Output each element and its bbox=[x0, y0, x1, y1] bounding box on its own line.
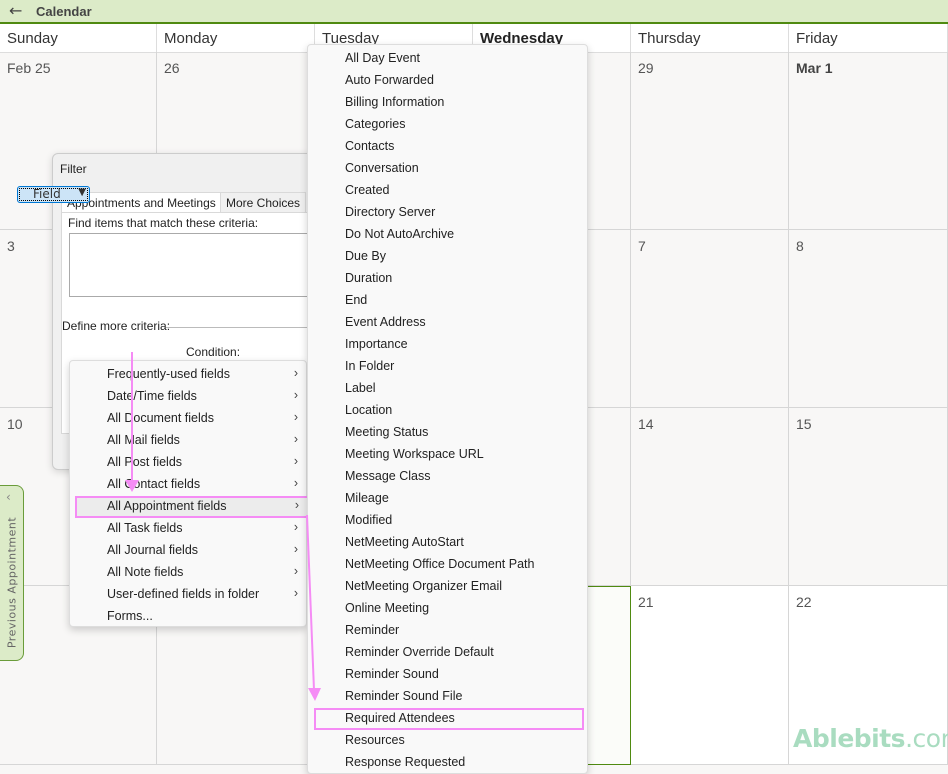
field-menu-item[interactable]: All Task fields › bbox=[70, 518, 308, 540]
field-menu-item[interactable]: All Note fields › bbox=[70, 562, 308, 584]
tab-more-choices[interactable]: More Choices bbox=[220, 192, 307, 213]
menu-item-label: Forms... bbox=[107, 609, 153, 623]
appointment-field-item[interactable]: Importance bbox=[308, 334, 587, 356]
field-category-menu: Frequently-used fields › Date/Time fields ›… bbox=[69, 360, 309, 628]
field-menu-item[interactable]: All Journal fields › bbox=[70, 540, 308, 562]
appointment-field-item[interactable]: All Day Event bbox=[308, 48, 587, 70]
appointment-field-item[interactable]: Meeting Workspace URL bbox=[308, 444, 587, 466]
menu-item-label: All Contact fields bbox=[107, 477, 201, 491]
field-menu-item[interactable]: Date/Time fields › bbox=[70, 386, 308, 408]
appointment-field-item[interactable]: Created bbox=[308, 180, 587, 202]
field-menu-item[interactable]: All Document fields › bbox=[70, 408, 308, 430]
field-menu-item[interactable]: Forms... bbox=[70, 606, 308, 628]
appointment-field-item[interactable]: Message Class bbox=[308, 466, 587, 488]
menu-item-label: All Document fields bbox=[107, 411, 214, 425]
appointment-field-item[interactable]: Reminder bbox=[308, 620, 587, 642]
day-cell[interactable]: 7 bbox=[631, 230, 789, 408]
appointment-field-item[interactable]: NetMeeting AutoStart bbox=[308, 532, 587, 554]
field-menu-item[interactable]: Frequently-used fields › bbox=[70, 364, 308, 386]
criteria-list[interactable] bbox=[69, 233, 319, 297]
appointment-field-item[interactable]: Directory Server bbox=[308, 202, 587, 224]
chevron-right-icon: › bbox=[293, 542, 298, 556]
chevron-right-icon: › bbox=[293, 432, 298, 446]
field-menu-item[interactable]: All Post fields › bbox=[70, 452, 308, 474]
appointment-field-item[interactable]: Contacts bbox=[308, 136, 587, 158]
caret-down-icon: ▼ bbox=[78, 187, 86, 198]
day-header-monday: Monday bbox=[157, 24, 315, 53]
appointment-field-item[interactable]: Conversation bbox=[308, 158, 587, 180]
field-menu-item[interactable]: All Contact fields › bbox=[70, 474, 308, 496]
chevron-left-icon: ‹ bbox=[6, 490, 11, 504]
day-cell[interactable]: 29 bbox=[631, 52, 789, 230]
menu-item-label: User-defined fields in folder bbox=[107, 587, 260, 601]
appointment-fields-menu: All Day Event Auto Forwarded Billing Infor… bbox=[307, 44, 588, 774]
appointment-field-item[interactable]: Duration bbox=[308, 268, 587, 290]
day-cell[interactable]: 15 bbox=[789, 408, 948, 586]
divider bbox=[166, 327, 316, 328]
arrow-left-icon[interactable]: ← bbox=[9, 1, 22, 20]
menu-item-label: Frequently-used fields bbox=[107, 367, 230, 381]
appointment-field-item[interactable]: Event Address bbox=[308, 312, 587, 334]
day-cell[interactable]: Mar 1 bbox=[789, 52, 948, 230]
header-title: Calendar bbox=[36, 4, 92, 19]
appointment-field-item[interactable]: Location bbox=[308, 400, 587, 422]
appointment-field-item[interactable]: Do Not AutoArchive bbox=[308, 224, 587, 246]
menu-item-label: All Post fields bbox=[107, 455, 183, 469]
day-header-thursday: Thursday bbox=[631, 24, 789, 53]
chevron-right-icon: › bbox=[294, 498, 299, 512]
day-header-friday: Friday bbox=[789, 24, 948, 53]
chevron-right-icon: › bbox=[293, 410, 298, 424]
appointment-field-item[interactable]: In Folder bbox=[308, 356, 587, 378]
appointment-field-item[interactable]: Response Requested bbox=[308, 752, 587, 774]
appointment-field-item[interactable]: Billing Information bbox=[308, 92, 587, 114]
chevron-right-icon: › bbox=[293, 586, 298, 600]
appointment-field-item[interactable]: NetMeeting Office Document Path bbox=[308, 554, 587, 576]
day-cell[interactable]: 14 bbox=[631, 408, 789, 586]
appointment-field-item[interactable]: NetMeeting Organizer Email bbox=[308, 576, 587, 598]
ablebits-logo: Ablebits.com bbox=[793, 724, 948, 753]
appointment-field-item[interactable]: Mileage bbox=[308, 488, 587, 510]
appointment-field-item[interactable]: Meeting Status bbox=[308, 422, 587, 444]
appointment-field-item[interactable]: End bbox=[308, 290, 587, 312]
menu-item-label: Date/Time fields bbox=[107, 389, 197, 403]
appointment-field-item[interactable]: Due By bbox=[308, 246, 587, 268]
appointment-field-item[interactable]: Reminder Override Default bbox=[308, 642, 587, 664]
appointment-field-item[interactable]: Required Attendees bbox=[314, 708, 584, 730]
day-cell[interactable]: 21 bbox=[631, 586, 789, 765]
previous-appointment-button[interactable]: ‹ Previous Appointment bbox=[0, 485, 24, 661]
appointment-field-item[interactable]: Auto Forwarded bbox=[308, 70, 587, 92]
menu-item-label: All Mail fields bbox=[107, 433, 180, 447]
chevron-right-icon: › bbox=[293, 454, 298, 468]
appointment-field-item[interactable]: Resources bbox=[308, 730, 587, 752]
field-dropdown-button[interactable]: Field ▼ bbox=[17, 186, 90, 203]
chevron-right-icon: › bbox=[293, 388, 298, 402]
menu-item-label: All Appointment fields bbox=[107, 499, 227, 513]
appointment-field-item[interactable]: Categories bbox=[308, 114, 587, 136]
appointment-field-item[interactable]: Label bbox=[308, 378, 587, 400]
appointment-field-item[interactable]: Reminder Sound File bbox=[308, 686, 587, 708]
field-menu-item[interactable]: All Mail fields › bbox=[70, 430, 308, 452]
find-items-label: Find items that match these criteria: bbox=[68, 216, 259, 230]
condition-label: Condition: bbox=[186, 345, 241, 359]
menu-item-label: All Journal fields bbox=[107, 543, 199, 557]
field-button-label: Field bbox=[33, 187, 61, 201]
day-cell[interactable]: 8 bbox=[789, 230, 948, 408]
chevron-right-icon: › bbox=[293, 366, 298, 380]
field-menu-item[interactable]: User-defined fields in folder › bbox=[70, 584, 308, 606]
chevron-right-icon: › bbox=[293, 564, 298, 578]
appointment-field-item[interactable]: Online Meeting bbox=[308, 598, 587, 620]
dialog-title: Filter bbox=[60, 162, 87, 176]
define-criteria-label: Define more criteria: bbox=[62, 319, 171, 333]
appointment-field-item[interactable]: Reminder Sound bbox=[308, 664, 587, 686]
chevron-right-icon: › bbox=[293, 476, 298, 490]
menu-item-label: All Note fields bbox=[107, 565, 184, 579]
field-menu-item[interactable]: All Appointment fields › bbox=[75, 496, 309, 518]
chevron-right-icon: › bbox=[293, 520, 298, 534]
day-header-sunday: Sunday bbox=[0, 24, 157, 53]
calendar-header: ← Calendar bbox=[0, 0, 948, 24]
appointment-field-item[interactable]: Modified bbox=[308, 510, 587, 532]
previous-appointment-label: Previous Appointment bbox=[5, 516, 19, 649]
menu-item-label: All Task fields bbox=[107, 521, 183, 535]
